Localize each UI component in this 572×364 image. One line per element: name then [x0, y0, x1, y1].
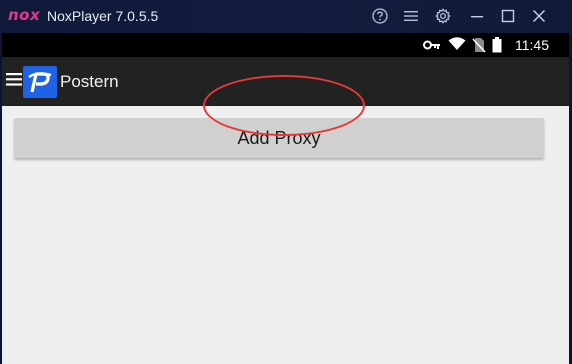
close-icon[interactable] — [528, 6, 550, 26]
settings-icon[interactable] — [432, 6, 454, 26]
wifi-icon — [448, 37, 466, 56]
main-content: Add Proxy — [2, 106, 569, 364]
postern-logo — [23, 66, 57, 98]
status-time: 11:45 — [515, 37, 549, 53]
window-title: NoxPlayer 7.0.5.5 — [47, 8, 159, 24]
menu-icon[interactable] — [400, 6, 422, 26]
no-sim-icon — [472, 37, 486, 58]
add-proxy-button[interactable]: Add Proxy — [14, 118, 544, 158]
emulator-title-bar: nox NoxPlayer 7.0.5.5 — [0, 0, 572, 33]
app-title: Postern — [60, 72, 119, 91]
minimize-icon[interactable] — [466, 6, 488, 26]
status-bar: 11:45 — [2, 33, 569, 57]
maximize-icon[interactable] — [497, 6, 519, 26]
hamburger-menu-icon[interactable] — [6, 73, 22, 92]
nox-logo: nox — [8, 6, 41, 24]
vpn-key-icon — [423, 38, 441, 56]
app-bar: Postern — [2, 57, 569, 106]
battery-icon — [492, 37, 502, 58]
android-screen: 11:45 Postern Add Proxy — [2, 33, 569, 364]
help-icon[interactable] — [369, 6, 391, 26]
